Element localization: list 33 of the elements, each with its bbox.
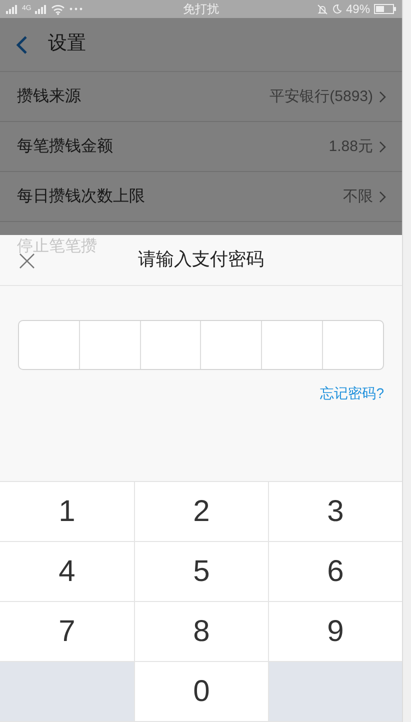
more-icon — [69, 7, 84, 11]
keypad-key[interactable]: 4 — [0, 542, 134, 602]
bell-off-icon — [316, 4, 328, 14]
row-value: 1.88元 — [328, 136, 373, 157]
chevron-right-icon — [379, 140, 386, 153]
keypad-key[interactable]: 8 — [134, 602, 268, 662]
moon-icon — [332, 4, 342, 14]
page-title: 设置 — [48, 32, 86, 56]
chevron-right-icon — [379, 190, 386, 203]
row-label: 每笔攒钱金额 — [17, 136, 113, 157]
close-icon[interactable] — [19, 253, 35, 270]
battery-icon — [374, 4, 396, 14]
row-label: 每日攒钱次数上限 — [17, 186, 145, 207]
dialog-title: 请输入支付密码 — [138, 248, 264, 272]
keypad-key[interactable]: 1 — [0, 482, 134, 542]
wifi-icon — [51, 4, 66, 14]
chevron-right-icon — [379, 90, 386, 103]
back-icon[interactable] — [16, 36, 28, 54]
row-label: 攒钱来源 — [17, 86, 81, 107]
signal-icon — [35, 4, 48, 14]
keypad-key[interactable]: 0 — [134, 662, 268, 722]
row-value: 不限 — [343, 186, 373, 207]
keypad-key[interactable]: 2 — [134, 482, 268, 542]
battery-percent: 49% — [346, 1, 370, 18]
keypad-key[interactable]: 6 — [268, 542, 402, 602]
keypad-key[interactable]: 9 — [268, 602, 402, 662]
signal-icon — [6, 4, 18, 14]
status-text: 免打扰 — [183, 1, 219, 18]
password-field[interactable] — [18, 320, 384, 370]
keypad-key[interactable]: 3 — [268, 482, 402, 542]
keypad-key[interactable]: 7 — [0, 602, 134, 662]
keypad-key[interactable]: 5 — [134, 542, 268, 602]
row-value: 平安银行(5893) — [270, 86, 373, 107]
